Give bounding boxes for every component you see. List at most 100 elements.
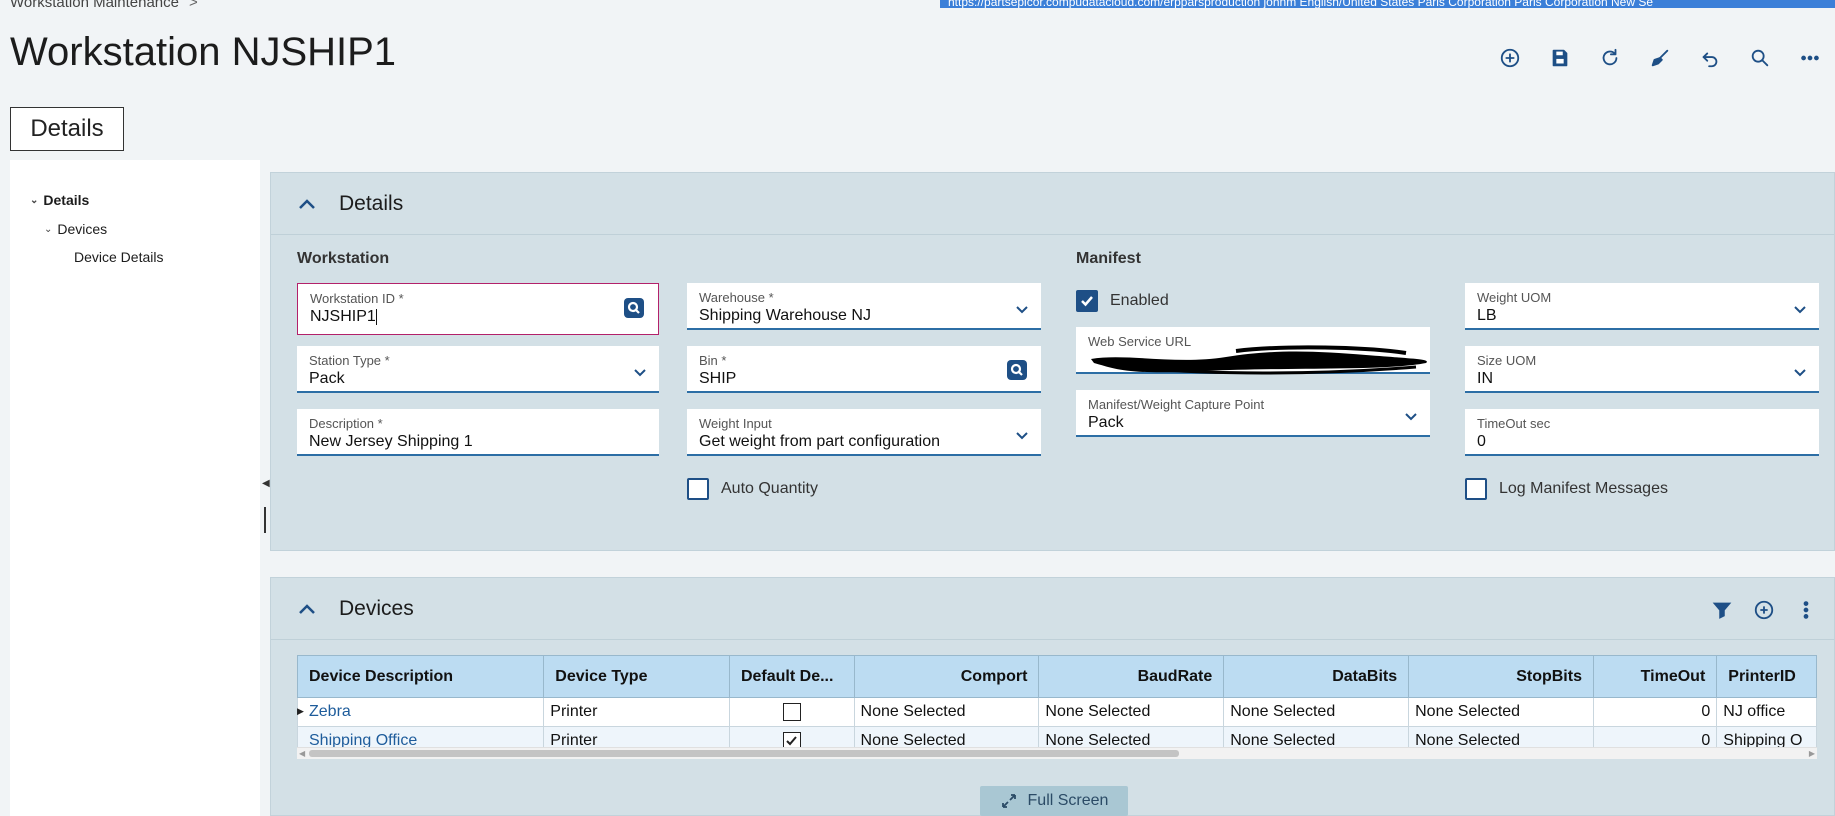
weight-uom-dropdown[interactable]: Weight UOM LB	[1465, 283, 1819, 330]
chevron-down-icon	[1016, 306, 1028, 314]
log-manifest-checkbox[interactable]: Log Manifest Messages	[1465, 478, 1668, 500]
field-label: Weight Input	[699, 416, 772, 431]
checkbox-label: Log Manifest Messages	[1499, 480, 1668, 497]
column-header[interactable]: DataBits	[1223, 655, 1410, 698]
full-screen-button[interactable]: Full Screen	[980, 786, 1128, 816]
url-banner: https://partsepicor.compudatacloud.com/e…	[940, 0, 1835, 8]
filter-icon	[1712, 602, 1732, 619]
chevron-down-icon	[1794, 306, 1806, 314]
redaction-scribble	[1091, 345, 1427, 375]
more-button[interactable]	[1785, 44, 1835, 72]
tree-item-label: Devices	[57, 221, 108, 237]
clear-button[interactable]	[1635, 44, 1685, 72]
column-header[interactable]: StopBits	[1408, 655, 1594, 698]
field-value: IN	[1477, 370, 1493, 387]
checkbox-box[interactable]	[1465, 478, 1487, 500]
chevron-down-icon: ⌄	[30, 194, 39, 206]
devices-panel-title: Devices	[339, 596, 414, 620]
devices-more-button[interactable]	[1792, 596, 1820, 624]
search-icon	[1010, 363, 1023, 376]
workstation-group-label: Workstation	[297, 250, 390, 267]
breadcrumb[interactable]: Workstation Maintenance >	[10, 0, 198, 11]
lookup-button[interactable]	[624, 298, 644, 318]
undo-button[interactable]	[1685, 44, 1735, 72]
column-header[interactable]: Comport	[853, 655, 1040, 698]
field-value: Pack	[309, 370, 345, 387]
refresh-icon	[1602, 48, 1618, 66]
checkbox-box[interactable]	[1076, 290, 1098, 312]
default-device-cell[interactable]	[728, 697, 855, 727]
table-row[interactable]: Zebra Printer None Selected None Selecte…	[297, 697, 1817, 727]
lookup-button[interactable]	[1007, 360, 1027, 380]
column-header[interactable]: PrinterID	[1716, 655, 1817, 698]
warehouse-dropdown[interactable]: Warehouse * Shipping Warehouse NJ	[687, 283, 1041, 330]
tree-item-details[interactable]: ⌄ Details	[30, 192, 89, 208]
auto-quantity-checkbox[interactable]: Auto Quantity	[687, 478, 818, 500]
tab-details[interactable]: Details	[10, 107, 124, 151]
chevron-up-icon	[299, 603, 315, 614]
field-label: Bin *	[699, 353, 727, 368]
add-icon	[1500, 48, 1520, 68]
breadcrumb-separator: >	[188, 0, 198, 11]
add-device-button[interactable]	[1750, 596, 1778, 624]
column-header[interactable]: Device Description	[297, 655, 545, 698]
checkmark-icon	[1081, 296, 1093, 307]
clear-icon	[1651, 49, 1669, 67]
weight-input-dropdown[interactable]: Weight Input Get weight from part config…	[687, 409, 1041, 456]
breadcrumb-label[interactable]: Workstation Maintenance	[10, 0, 179, 11]
enabled-checkbox[interactable]: Enabled	[1076, 290, 1169, 312]
bin-field[interactable]: Bin * SHIP	[687, 346, 1041, 393]
tree-item-label: Details	[43, 192, 90, 208]
table-header-row: Device Description Device Type Default D…	[297, 655, 1817, 698]
table-cell: Printer	[543, 697, 730, 727]
web-service-url-field[interactable]: Web Service URL	[1076, 327, 1430, 375]
description-field[interactable]: Description * New Jersey Shipping 1	[297, 409, 659, 456]
scroll-left-icon[interactable]: ◀	[299, 748, 305, 759]
checkbox-box[interactable]	[687, 478, 709, 500]
collapse-arrow-icon[interactable]: ◀	[262, 478, 270, 489]
field-label: Workstation ID *	[310, 291, 404, 306]
column-header[interactable]: Device Type	[543, 655, 730, 698]
manifest-group-label: Manifest	[1076, 250, 1141, 267]
scroll-right-icon[interactable]: ▶	[1809, 748, 1815, 759]
collapse-devices-button[interactable]	[297, 599, 317, 619]
size-uom-dropdown[interactable]: Size UOM IN	[1465, 346, 1819, 393]
workstation-id-field[interactable]: Workstation ID * NJSHIP1	[297, 283, 659, 335]
field-label: Manifest/Weight Capture Point	[1088, 397, 1265, 412]
station-type-dropdown[interactable]: Station Type * Pack	[297, 346, 659, 393]
navigation-tree: ⌄ Details ⌄ Devices Device Details	[10, 160, 260, 816]
field-label: Warehouse *	[699, 290, 774, 305]
refresh-button[interactable]	[1585, 44, 1635, 72]
horizontal-scrollbar[interactable]: ◀ ▶	[297, 747, 1817, 759]
column-header[interactable]: Default De...	[728, 655, 855, 698]
capture-point-dropdown[interactable]: Manifest/Weight Capture Point Pack	[1076, 390, 1430, 437]
tree-item-device-details[interactable]: Device Details	[74, 249, 163, 265]
search-button[interactable]	[1735, 44, 1785, 72]
column-header[interactable]: BaudRate	[1038, 655, 1225, 698]
table-cell: NJ office	[1716, 697, 1817, 727]
field-label: Station Type *	[309, 353, 390, 368]
default-checkbox[interactable]	[782, 702, 801, 721]
scrollbar-thumb[interactable]	[309, 750, 1179, 757]
splitter-handle[interactable]	[264, 507, 266, 533]
field-value: Shipping Warehouse NJ	[699, 307, 871, 324]
expand-icon	[1001, 794, 1016, 808]
chevron-down-icon	[634, 369, 646, 377]
vertical-more-icon	[1803, 601, 1809, 619]
field-value: Get weight from part configuration	[699, 433, 941, 450]
collapse-details-button[interactable]	[297, 194, 317, 214]
chevron-down-icon: ⌄	[44, 223, 53, 235]
filter-button[interactable]	[1708, 596, 1736, 624]
devices-toolbar	[1708, 596, 1820, 624]
column-header[interactable]: TimeOut	[1592, 655, 1718, 698]
tree-item-devices[interactable]: ⌄ Devices	[44, 221, 107, 237]
search-icon	[627, 301, 640, 314]
devices-grid: Device Description Device Type Default D…	[297, 655, 1817, 759]
undo-icon	[1702, 52, 1718, 68]
save-button[interactable]	[1535, 44, 1585, 72]
device-link[interactable]: Zebra	[309, 703, 351, 720]
timeout-field[interactable]: TimeOut sec 0	[1465, 409, 1819, 456]
page-title: Workstation NJSHIP1	[10, 30, 397, 74]
add-button[interactable]	[1485, 44, 1535, 72]
field-label: Description *	[309, 416, 383, 431]
